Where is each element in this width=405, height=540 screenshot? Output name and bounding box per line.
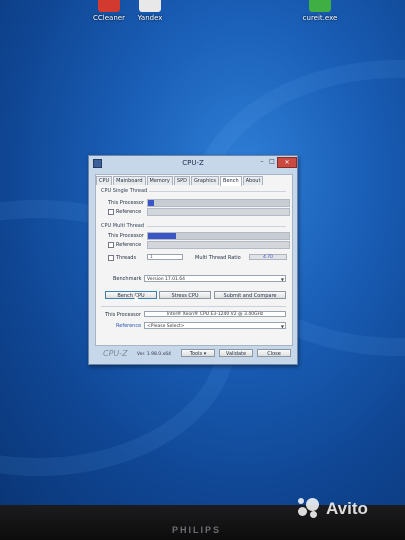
ccleaner-icon bbox=[98, 0, 120, 12]
tab-mainboard[interactable]: Mainboard bbox=[113, 176, 146, 185]
ratio-label: Multi Thread Ratio bbox=[195, 255, 241, 261]
close-button[interactable]: Close bbox=[257, 349, 291, 357]
multi-thread-title: CPU Multi Thread bbox=[101, 223, 145, 229]
multi-thread-bar bbox=[147, 232, 290, 240]
threads-label: Threads bbox=[116, 255, 137, 261]
tab-strip: CPU Mainboard Memory SPD Graphics Bench … bbox=[96, 176, 264, 186]
validate-button[interactable]: Validate bbox=[219, 349, 253, 357]
close-window-button[interactable]: ✕ bbox=[277, 157, 297, 168]
chevron-down-icon: ▼ bbox=[280, 324, 284, 329]
threads-input[interactable]: 1 bbox=[147, 254, 183, 260]
cpuz-logo: CPU-Z bbox=[103, 349, 128, 358]
single-thread-bar bbox=[147, 199, 290, 207]
cpuz-window: CPU-Z – □ ✕ CPU Mainboard Memory SPD Gra… bbox=[88, 155, 298, 365]
threads-checkbox[interactable] bbox=[108, 255, 114, 261]
minimize-button[interactable]: – bbox=[257, 157, 267, 166]
stress-cpu-button[interactable]: Stress CPU bbox=[159, 291, 211, 299]
tab-memory[interactable]: Memory bbox=[146, 176, 173, 185]
benchmark-version-select[interactable]: Version 17.01.64 ▼ bbox=[144, 275, 286, 282]
single-thread-title: CPU Single Thread bbox=[101, 188, 148, 194]
single-reference-checkbox[interactable] bbox=[108, 209, 114, 215]
benchmark-version-value: Version 17.01.64 bbox=[147, 277, 186, 282]
submit-compare-button[interactable]: Submit and Compare bbox=[214, 291, 286, 299]
reference-link[interactable]: Reference bbox=[116, 323, 141, 329]
cureit-icon bbox=[309, 0, 331, 12]
tab-about[interactable]: About bbox=[242, 176, 264, 185]
maximize-button[interactable]: □ bbox=[267, 157, 277, 166]
avito-watermark: Avito bbox=[298, 498, 368, 520]
chevron-down-icon: ▾ bbox=[203, 351, 207, 357]
single-reference-bar bbox=[147, 208, 290, 216]
reference-select[interactable]: <Please Select> ▼ bbox=[144, 322, 286, 329]
benchmark-label: Benchmark bbox=[113, 276, 142, 282]
tools-button[interactable]: Tools ▾ bbox=[181, 349, 215, 357]
tab-graphics[interactable]: Graphics bbox=[190, 176, 220, 185]
desktop: CCleaner Yandex cureit.exe CPU-Z – □ ✕ C… bbox=[0, 0, 405, 505]
divider bbox=[149, 191, 286, 192]
tab-cpu[interactable]: CPU bbox=[96, 176, 113, 185]
yandex-icon bbox=[139, 0, 161, 12]
multi-reference-checkbox[interactable] bbox=[108, 242, 114, 248]
single-thread-bar-fill bbox=[148, 200, 154, 206]
multi-thread-bar-fill bbox=[148, 233, 177, 239]
single-this-processor-label: This Processor bbox=[108, 200, 144, 206]
divider bbox=[101, 306, 286, 307]
ratio-value: 4.70 bbox=[249, 254, 287, 260]
divider bbox=[147, 226, 286, 227]
desktop-icon-yandex[interactable]: Yandex bbox=[125, 0, 175, 22]
avito-logo-icon bbox=[298, 498, 322, 520]
desktop-icon-cureit[interactable]: cureit.exe bbox=[295, 0, 345, 22]
avito-watermark-text: Avito bbox=[326, 499, 368, 518]
title-bar[interactable]: CPU-Z – □ ✕ bbox=[89, 156, 297, 170]
monitor-brand: PHILIPS bbox=[172, 525, 222, 535]
reference-select-value: <Please Select> bbox=[147, 324, 185, 329]
multi-reference-bar bbox=[147, 241, 290, 249]
tab-bench[interactable]: Bench bbox=[220, 176, 242, 186]
multi-this-processor-label: This Processor bbox=[108, 233, 144, 239]
processor-label: This Processor bbox=[105, 312, 141, 318]
version-text: Ver. 1.98.0.x64 bbox=[137, 352, 171, 357]
bench-cpu-button[interactable]: Bench CPU bbox=[105, 291, 157, 299]
multi-reference-label: Reference bbox=[116, 242, 142, 248]
tab-spd[interactable]: SPD bbox=[173, 176, 190, 185]
chevron-down-icon: ▼ bbox=[280, 277, 284, 282]
processor-name-field: Intel® Xeon® CPU E3-1240 V2 @ 3.40GHz bbox=[144, 311, 286, 317]
single-reference-label: Reference bbox=[116, 209, 142, 215]
